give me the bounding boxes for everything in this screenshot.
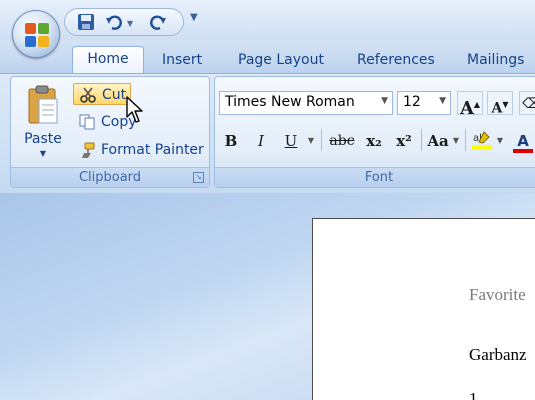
office-logo-icon xyxy=(25,23,49,47)
chevron-down-icon[interactable]: ▼ xyxy=(439,96,446,106)
tab-insert[interactable]: Insert xyxy=(162,50,202,74)
cut-label: Cut xyxy=(102,87,127,103)
tab-mailings[interactable]: Mailings xyxy=(467,50,524,74)
font-name-combobox[interactable]: Times New Roman ▼ xyxy=(219,91,393,115)
tab-references[interactable]: References xyxy=(357,50,435,74)
underline-dropdown-icon[interactable]: ▼ xyxy=(305,129,317,153)
office-button[interactable] xyxy=(12,10,60,58)
paintbrush-icon xyxy=(82,142,95,158)
redo-icon[interactable] xyxy=(149,13,167,33)
scissors-icon xyxy=(80,87,96,103)
format-painter-label: Format Painter xyxy=(101,142,204,158)
document-text-line: Favorite xyxy=(469,285,526,304)
change-case-button[interactable]: Aa xyxy=(425,129,451,153)
strikethrough-button[interactable]: abc xyxy=(327,129,357,153)
font-size-value: 12 xyxy=(403,94,421,110)
highlight-button[interactable]: ab xyxy=(469,129,495,153)
subscript-button[interactable]: x₂ xyxy=(361,129,387,153)
separator xyxy=(421,129,422,151)
mouse-pointer-icon xyxy=(126,96,143,123)
highlighter-icon: ab xyxy=(472,131,492,150)
document-text-line: Garbanz xyxy=(469,345,527,364)
ribbon: Paste ▼ Cut Copy Format Painter Clipboar… xyxy=(0,73,535,193)
bold-button[interactable]: B xyxy=(219,129,243,153)
separator xyxy=(465,129,466,151)
format-painter-button[interactable]: Format Painter xyxy=(73,139,207,161)
ribbon-tabs: Home Insert Page Layout References Maili… xyxy=(0,40,535,76)
customize-qat-icon[interactable]: ▼ xyxy=(190,12,198,23)
tab-page-layout[interactable]: Page Layout xyxy=(238,50,324,74)
undo-dropdown-icon[interactable]: ▼ xyxy=(127,19,133,28)
document-text-line: 1 xyxy=(469,389,478,400)
font-size-combobox[interactable]: 12 ▼ xyxy=(397,91,451,115)
font-group: Times New Roman ▼ 12 ▼ A▲ A▼ ⌫ B I U ▼ a… xyxy=(214,76,535,188)
separator xyxy=(321,129,322,151)
tab-home[interactable]: Home xyxy=(72,46,144,76)
clipboard-dialog-launcher-icon[interactable]: ↘ xyxy=(193,172,204,183)
paste-label: Paste xyxy=(24,131,62,147)
clipboard-group-label: Clipboard xyxy=(11,167,209,187)
underline-button[interactable]: U xyxy=(279,129,303,153)
grow-font-button[interactable]: A▲ xyxy=(457,91,483,119)
shrink-font-button[interactable]: A▼ xyxy=(487,91,513,117)
copy-icon xyxy=(79,114,95,130)
font-name-value: Times New Roman xyxy=(225,94,355,110)
paste-dropdown-icon[interactable]: ▼ xyxy=(17,149,69,158)
document-page[interactable]: Favorite Garbanz 1 xyxy=(312,218,535,400)
paste-icon xyxy=(28,85,58,124)
change-case-dropdown-icon[interactable]: ▼ xyxy=(451,129,461,153)
font-color-swatch xyxy=(513,149,533,153)
title-bar: ▼ ▼ xyxy=(0,0,535,40)
chevron-down-icon[interactable]: ▼ xyxy=(381,96,388,106)
document-workspace: Favorite Garbanz 1 xyxy=(0,193,535,400)
highlight-dropdown-icon[interactable]: ▼ xyxy=(495,129,505,153)
cut-button[interactable]: Cut xyxy=(73,83,131,105)
font-color-button[interactable]: A xyxy=(511,129,535,153)
undo-icon[interactable] xyxy=(105,13,123,33)
clear-formatting-button[interactable]: ⌫ xyxy=(519,91,535,115)
italic-button[interactable]: I xyxy=(249,129,273,153)
superscript-button[interactable]: x² xyxy=(391,129,417,153)
clipboard-group: Paste ▼ Cut Copy Format Painter Clipboar… xyxy=(10,76,210,188)
save-icon[interactable] xyxy=(77,13,95,33)
paste-button[interactable]: Paste ▼ xyxy=(17,83,69,163)
font-group-label: Font xyxy=(215,167,535,187)
clear-formatting-icon: ⌫ xyxy=(522,96,535,112)
quick-access-toolbar: ▼ xyxy=(64,8,184,36)
